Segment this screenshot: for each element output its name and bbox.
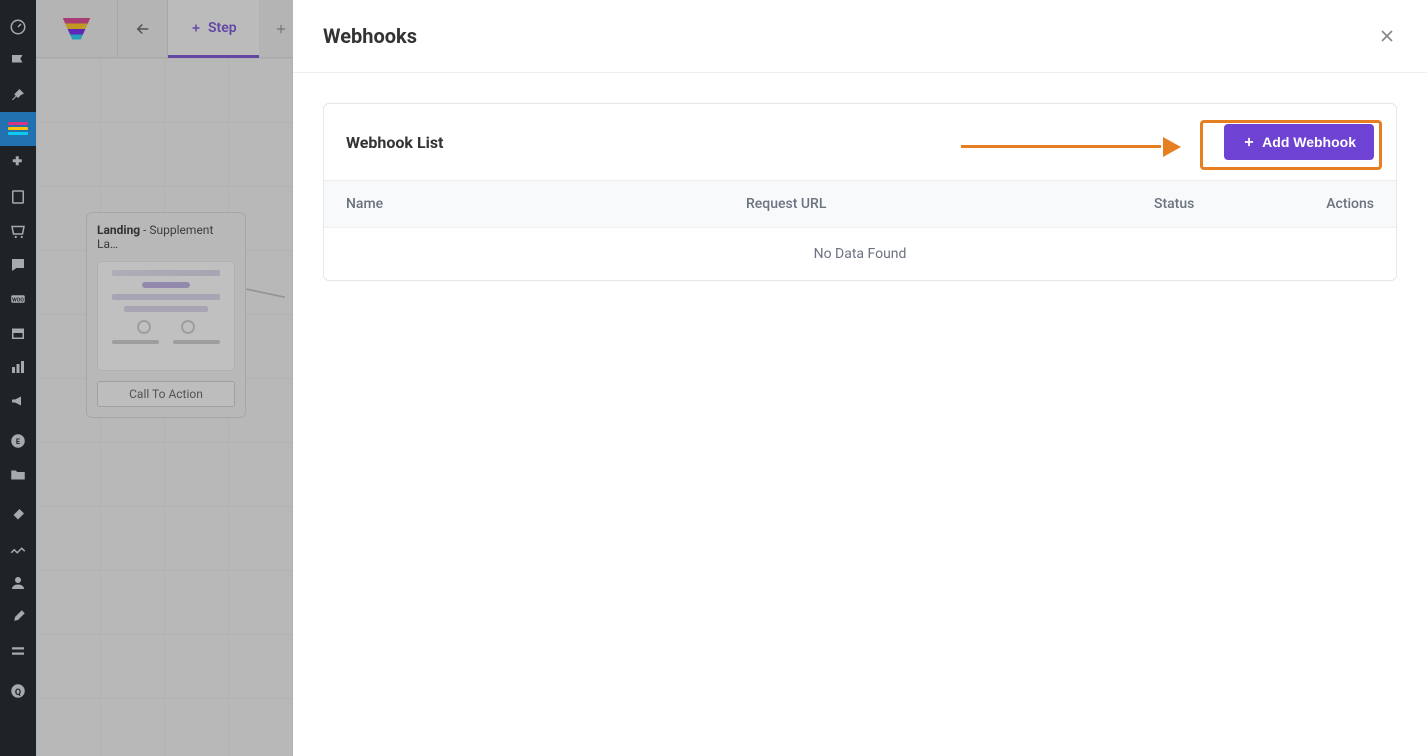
sidebar-analytics[interactable] <box>0 350 36 384</box>
sidebar-cart[interactable] <box>0 214 36 248</box>
column-header-actions: Actions <box>1284 196 1374 212</box>
panel-header: Webhook List Add Webhook <box>324 104 1396 180</box>
sidebar-paintbrush[interactable] <box>0 498 36 532</box>
add-webhook-button[interactable]: Add Webhook <box>1224 124 1374 160</box>
sidebar-megaphone[interactable] <box>0 384 36 418</box>
modal-title: Webhooks <box>323 24 417 48</box>
modal-body: Webhook List Add Webhook Name Request UR… <box>293 73 1427 756</box>
plus-icon <box>1242 135 1256 149</box>
sidebar-draw[interactable] <box>0 532 36 566</box>
sidebar-plugin[interactable] <box>0 146 36 180</box>
table-header-row: Name Request URL Status Actions <box>324 180 1396 227</box>
modal-header: Webhooks <box>293 0 1427 73</box>
panel-title: Webhook List <box>346 133 443 152</box>
svg-text:Q: Q <box>15 688 21 698</box>
sidebar-folder[interactable] <box>0 458 36 492</box>
svg-text:WOO: WOO <box>12 297 24 303</box>
sidebar-dashboard[interactable] <box>0 10 36 44</box>
admin-icon-sidebar: WOO E Q <box>0 0 36 756</box>
sidebar-archive[interactable] <box>0 316 36 350</box>
add-webhook-label: Add Webhook <box>1262 134 1356 150</box>
sidebar-reload[interactable]: Q <box>0 674 36 708</box>
sidebar-settings[interactable] <box>0 634 36 668</box>
sidebar-pages[interactable] <box>0 180 36 214</box>
table-empty-message: No Data Found <box>324 227 1396 280</box>
column-header-status: Status <box>1154 196 1284 212</box>
column-header-url: Request URL <box>746 196 1154 212</box>
sidebar-flag[interactable] <box>0 44 36 78</box>
sidebar-user[interactable] <box>0 566 36 600</box>
sidebar-pin[interactable] <box>0 78 36 112</box>
annotation-arrow <box>961 139 1181 155</box>
sidebar-elementor[interactable]: E <box>0 424 36 458</box>
sidebar-tools[interactable] <box>0 600 36 634</box>
sidebar-funnels-active[interactable] <box>0 112 36 146</box>
modal-close-button[interactable] <box>1377 26 1397 46</box>
sidebar-comments[interactable] <box>0 248 36 282</box>
sidebar-woo[interactable]: WOO <box>0 282 36 316</box>
funnel-stripe-icon <box>8 122 28 136</box>
webhooks-modal: Webhooks Webhook List Add Webhook Name R… <box>293 0 1427 756</box>
webhook-list-panel: Webhook List Add Webhook Name Request UR… <box>323 103 1397 281</box>
column-header-name: Name <box>346 196 746 212</box>
